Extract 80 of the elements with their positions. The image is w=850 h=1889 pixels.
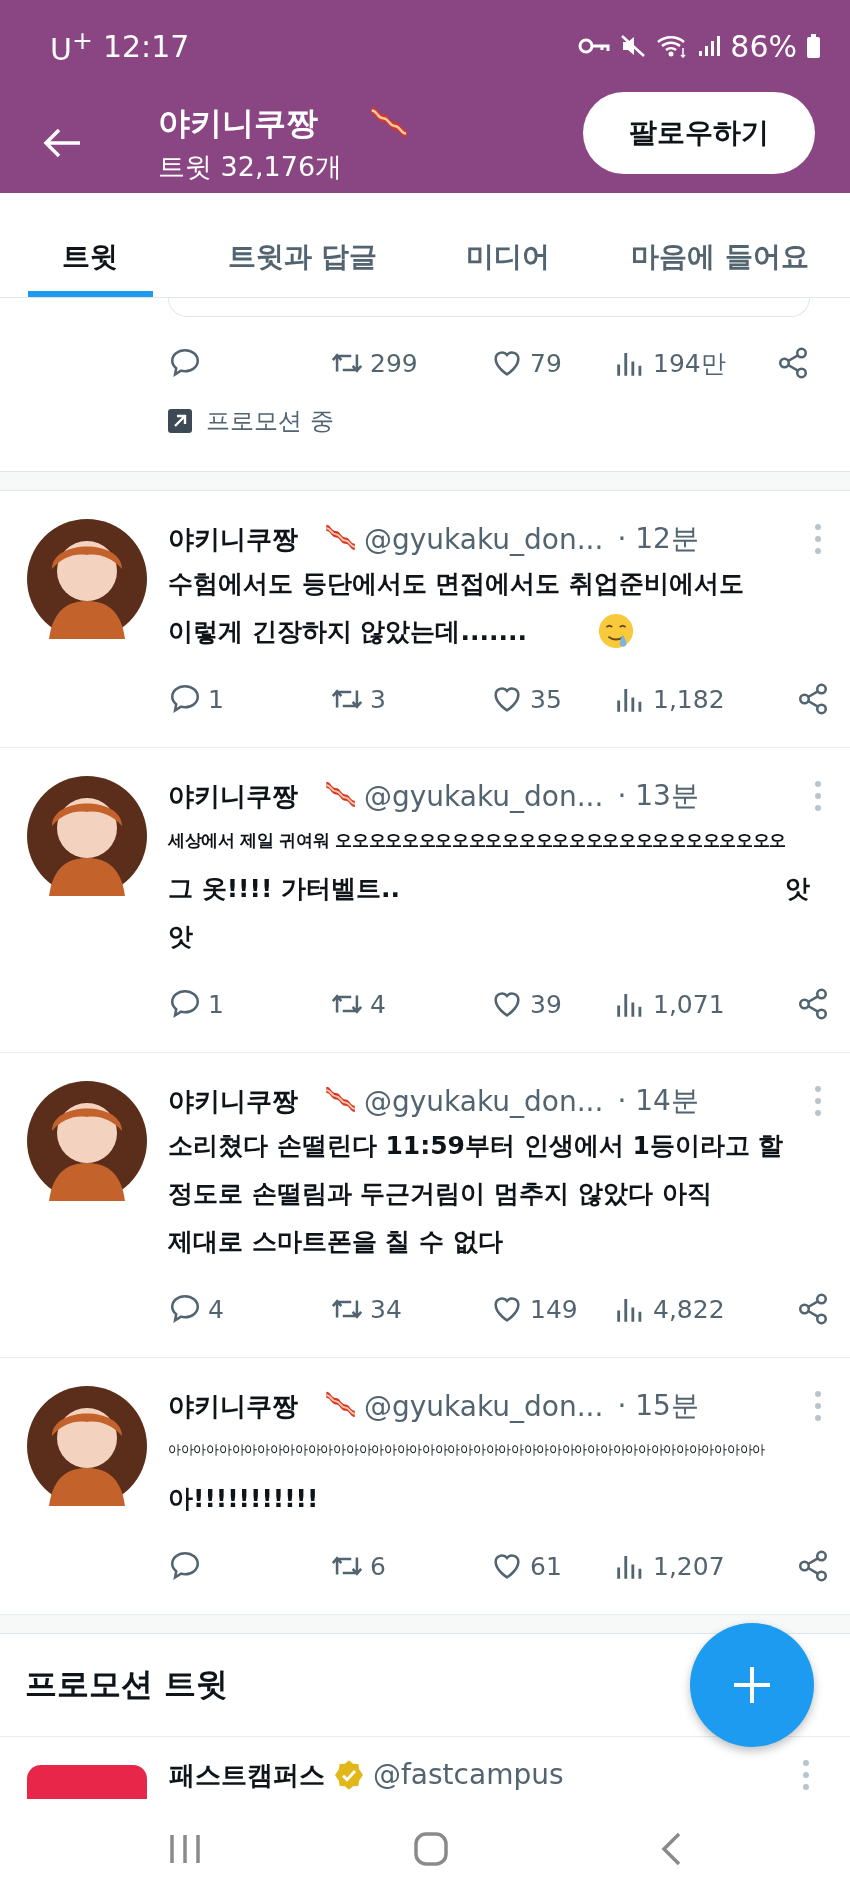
tweet-text: 앗 — [785, 872, 810, 905]
signal-icon — [698, 35, 721, 57]
view-count: 1,071 — [653, 989, 725, 1019]
home-icon[interactable] — [413, 1830, 449, 1867]
share-icon[interactable] — [776, 346, 810, 380]
battery-icon — [807, 34, 820, 58]
battery-percent: 86% — [730, 28, 797, 64]
profile-tab[interactable]: 트윗과 답글 — [227, 193, 378, 297]
profile-tab[interactable]: 마음에 들어요 — [631, 193, 809, 297]
tweet-text: 그 옷!!!! 가터벨트.. — [168, 872, 400, 905]
user-handle: @fastcampus — [373, 1759, 564, 1791]
user-handle: @gyukaku_don... — [364, 1084, 604, 1118]
key-icon — [578, 37, 611, 55]
user-handle: @gyukaku_don... — [364, 522, 604, 556]
reply-count: 1 — [208, 989, 224, 1019]
share-icon[interactable] — [796, 1549, 830, 1583]
tweet-text: 앗 — [168, 920, 193, 953]
tweet-text: 제대로 스마트폰을 칠 수 없다 — [168, 1225, 503, 1258]
follow-button[interactable]: 팔로우하기 — [583, 91, 815, 174]
avatar[interactable] — [27, 519, 147, 639]
reply-icon[interactable] — [168, 682, 202, 716]
user-handle: @gyukaku_don... — [364, 779, 604, 813]
share-icon[interactable] — [796, 1292, 830, 1326]
avatar[interactable] — [27, 1386, 147, 1506]
like-count: 39 — [530, 989, 562, 1019]
reply-count: 4 — [208, 1294, 224, 1324]
tweet-text: 이렇게 긴장하지 않았는데....... — [168, 615, 527, 648]
timestamp: · 15분 — [617, 1388, 699, 1424]
section-title: 프로모션 트윗 — [25, 1664, 229, 1705]
retweet-count: 3 — [370, 684, 386, 714]
view-count: 4,822 — [653, 1294, 725, 1324]
like-count: 149 — [530, 1294, 578, 1324]
retweet-count: 4 — [370, 989, 386, 1019]
smiling-face-with-tear-icon — [596, 612, 635, 650]
retweet-count: 6 — [370, 1551, 386, 1581]
tweet-text: 아!!!!!!!!!!! — [168, 1482, 319, 1515]
clock: 12:17 — [102, 28, 190, 64]
tweet-text: 아아아아아아아아아아아아아아아아아아아아아아아아아아아아아아아아아아아아아아아아아아아아아아아 — [168, 1441, 765, 1459]
carrier: U$^{+}$ — [50, 25, 93, 67]
reply-icon[interactable] — [168, 346, 202, 380]
reply-count: 1 — [208, 684, 224, 714]
view-count: 1,207 — [653, 1551, 725, 1581]
like-count: 35 — [530, 684, 562, 714]
display-name: 야키니쿠짱 — [168, 1389, 298, 1423]
profile-name: 야키니쿠짱 — [158, 102, 318, 144]
reply-icon[interactable] — [168, 987, 202, 1021]
share-icon[interactable] — [796, 682, 830, 716]
share-icon[interactable] — [796, 987, 830, 1021]
profile-tab[interactable]: 미디어 — [465, 193, 550, 297]
display-name: 패스트캠퍼스 — [169, 1759, 325, 1791]
tweet-text: 소리쳤다 손떨린다 11:59부터 인생에서 1등이라고 할 — [168, 1129, 784, 1162]
display-name: 야키니쿠짱 — [168, 779, 298, 813]
reply-icon[interactable] — [168, 1549, 202, 1583]
display-name: 야키니쿠짱 — [168, 1084, 298, 1118]
view-count: 1,182 — [653, 684, 725, 714]
reply-icon[interactable] — [168, 1292, 202, 1326]
plus-icon — [732, 1665, 772, 1705]
tweet-text: 세상에서 제일 귀여워 오오오오오오오오오오오오오오오오오오오오오오오오오오오 — [168, 828, 787, 852]
wifi-icon — [656, 34, 689, 58]
timestamp: · 12분 — [617, 521, 699, 557]
promoted-label: 프로모션 중 — [206, 406, 334, 437]
retweet-count: 299 — [370, 348, 418, 378]
mute-icon — [620, 34, 647, 58]
avatar[interactable] — [27, 776, 147, 896]
like-count: 61 — [530, 1551, 562, 1581]
avatar[interactable] — [27, 1081, 147, 1201]
view-count: 194만 — [653, 347, 726, 380]
tweet-text: 정도로 손떨림과 두근거림이 멈추지 않았다 아직 — [168, 1177, 712, 1210]
back-icon[interactable] — [660, 1830, 682, 1867]
retweet-count: 34 — [370, 1294, 402, 1324]
back-arrow-icon[interactable] — [42, 126, 82, 159]
profile-tab[interactable]: 트윗 — [27, 193, 153, 297]
tweet-text: 수험에서도 등단에서도 면접에서도 취업준비에서도 — [168, 567, 745, 600]
display-name: 야키니쿠짱 — [168, 522, 298, 556]
user-handle: @gyukaku_don... — [364, 1389, 604, 1423]
compose-button[interactable] — [690, 1623, 814, 1747]
tweet-count: 트윗 32,176개 — [158, 149, 344, 184]
timestamp: · 13분 — [617, 778, 699, 814]
timestamp: · 14분 — [617, 1083, 699, 1119]
like-count: 79 — [530, 348, 562, 378]
